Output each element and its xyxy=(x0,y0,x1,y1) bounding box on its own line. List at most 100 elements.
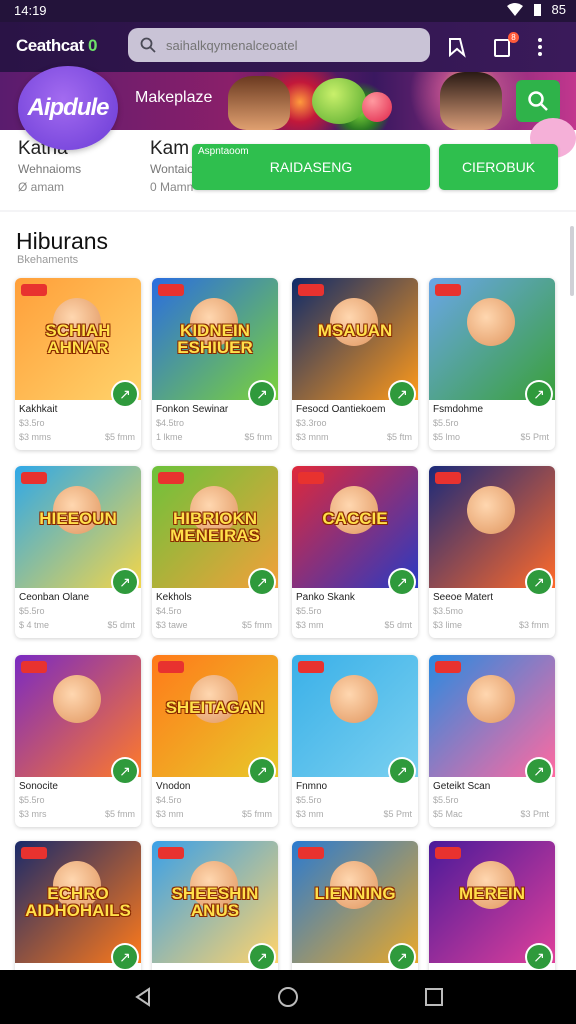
game-thumbnail[interactable]: SHEESHIN ANUS ↗ xyxy=(152,841,278,969)
game-tag xyxy=(158,847,184,859)
game-meta: 1 lkme xyxy=(156,432,183,442)
game-card[interactable]: ↗ Geteikt Scan $5.5ro $5 Mac $3 Pmt xyxy=(429,655,555,827)
open-arrow-icon[interactable]: ↗ xyxy=(250,382,274,406)
game-thumbnail[interactable]: HIEEOUN ↗ xyxy=(15,466,141,594)
game-card[interactable]: KIDNEIN ESHIUER ↗ Fonkon Sewinar $4.5tro 1 l… xyxy=(152,278,278,450)
game-meta: $3 mrs xyxy=(19,809,47,819)
game-meta-right: $5 fmm xyxy=(104,432,135,442)
open-arrow-icon[interactable]: ↗ xyxy=(390,945,414,969)
open-arrow-icon[interactable]: ↗ xyxy=(113,945,137,969)
app-bar: Ceathcat 0 8 xyxy=(0,22,576,72)
home-icon[interactable] xyxy=(277,986,299,1008)
game-card[interactable]: ↗ Sonocite $5.5ro $3 mrs $5 fmm xyxy=(15,655,141,827)
game-meta-right: $5 fnm xyxy=(244,432,272,442)
game-name: Vnodon xyxy=(156,781,191,792)
stat-line: Ø amam xyxy=(18,180,65,194)
app-badge-logo[interactable]: Aipdule xyxy=(18,66,118,150)
game-name: Panko Skank xyxy=(296,592,355,603)
game-name: Seeoe Matert xyxy=(433,592,494,603)
game-card[interactable]: ↗ Seeoe Matert $3.5mo $3 lime $3 fmm xyxy=(429,466,555,638)
game-meta: $3 mm xyxy=(156,809,184,819)
game-thumbnail[interactable]: SCHIAH AHNAR ↗ xyxy=(15,278,141,406)
game-thumbnail[interactable]: ↗ xyxy=(292,655,418,783)
status-time: 14:19 xyxy=(14,3,47,18)
scrollbar[interactable] xyxy=(570,226,574,296)
open-arrow-icon[interactable]: ↗ xyxy=(527,382,551,406)
game-card[interactable]: CACCIE ↗ Panko Skank $5.5ro $3 mm $5 dmt xyxy=(292,466,418,638)
open-arrow-icon[interactable]: ↗ xyxy=(527,759,551,783)
game-thumbnail[interactable]: ↗ xyxy=(15,655,141,783)
open-arrow-icon[interactable]: ↗ xyxy=(390,570,414,594)
game-card[interactable]: MSAUAN ↗ Fesocd Oantiekoem $3.3roo $3 mnm $5 … xyxy=(292,278,418,450)
open-arrow-icon[interactable]: ↗ xyxy=(113,570,137,594)
game-title-art: HIEEOUN xyxy=(39,509,117,528)
open-arrow-icon[interactable]: ↗ xyxy=(527,945,551,969)
game-card[interactable]: SCHIAH AHNAR ↗ Kakhkait $3.5ro $3 mms $5 fmm xyxy=(15,278,141,450)
stat-line: 0 Mamn xyxy=(150,180,194,194)
open-arrow-icon[interactable]: ↗ xyxy=(250,759,274,783)
game-thumbnail[interactable]: ↗ xyxy=(429,278,555,406)
game-title-art: MSAUAN xyxy=(317,321,393,340)
app-logo[interactable]: Ceathcat 0 xyxy=(16,36,98,56)
game-tag xyxy=(158,284,184,296)
secondary-action-button[interactable]: CIEROBUK xyxy=(439,144,558,190)
banner-ball-art xyxy=(362,92,392,122)
more-menu-icon[interactable] xyxy=(536,36,544,58)
open-arrow-icon[interactable]: ↗ xyxy=(527,570,551,594)
game-title-art: SHEESHIN ANUS xyxy=(171,884,259,920)
game-price: $5.5ro xyxy=(19,795,45,805)
back-icon[interactable] xyxy=(132,986,154,1008)
open-arrow-icon[interactable]: ↗ xyxy=(390,382,414,406)
system-nav-bar xyxy=(0,970,576,1024)
banner-search-button[interactable] xyxy=(516,80,560,122)
character-art xyxy=(467,298,515,346)
game-tag xyxy=(435,472,461,484)
game-card[interactable]: ↗ Fsmdohme $5.5ro $5 lmo $5 Pmt xyxy=(429,278,555,450)
game-title-art: KIDNEIN ESHIUER xyxy=(177,321,253,357)
game-thumbnail[interactable]: ECHRO AIDHOHAILS ↗ xyxy=(15,841,141,969)
search-input[interactable] xyxy=(164,36,428,54)
game-name: Fonkon Sewinar xyxy=(156,404,229,415)
open-arrow-icon[interactable]: ↗ xyxy=(113,759,137,783)
open-arrow-icon[interactable]: ↗ xyxy=(250,570,274,594)
search-icon xyxy=(140,37,156,53)
section-subtitle: Bkehaments xyxy=(17,254,79,266)
game-meta-right: $5 dmt xyxy=(384,620,412,630)
game-meta-right: $5 dmt xyxy=(107,620,135,630)
game-meta-right: $5 ftm xyxy=(386,432,412,442)
game-thumbnail[interactable]: HIBRIOKN MENEIRAS ↗ xyxy=(152,466,278,594)
game-title-art: SHEITAGAN xyxy=(165,698,265,717)
game-thumbnail[interactable]: KIDNEIN ESHIUER ↗ xyxy=(152,278,278,406)
game-price: $3.3roo xyxy=(296,418,327,428)
open-arrow-icon[interactable]: ↗ xyxy=(113,382,137,406)
game-thumbnail[interactable]: ↗ xyxy=(429,655,555,783)
recents-icon[interactable] xyxy=(423,986,445,1008)
notification-icon[interactable]: 8 xyxy=(492,32,519,58)
game-thumbnail[interactable]: SHEITAGAN ↗ xyxy=(152,655,278,783)
game-title-art: CACCIE xyxy=(322,509,388,528)
game-card[interactable]: HIEEOUN ↗ Ceonban Olane $5.5ro $ 4 tme $5 dmt xyxy=(15,466,141,638)
battery-icon xyxy=(533,3,541,16)
game-card[interactable]: HIBRIOKN MENEIRAS ↗ Kekhols $4.5ro $3 tawe $5… xyxy=(152,466,278,638)
game-card[interactable]: SHEITAGAN ↗ Vnodon $4.5ro $3 mm $5 fmm xyxy=(152,655,278,827)
game-thumbnail[interactable]: CACCIE ↗ xyxy=(292,466,418,594)
game-tag xyxy=(21,284,47,296)
stat-line: Wontaio xyxy=(150,162,194,176)
game-thumbnail[interactable]: MEREIN ↗ xyxy=(429,841,555,969)
game-price: $4.5tro xyxy=(156,418,185,428)
game-tag xyxy=(435,661,461,673)
game-thumbnail[interactable]: MSAUAN ↗ xyxy=(292,278,418,406)
game-meta-right: $5 Pmt xyxy=(520,432,549,442)
open-arrow-icon[interactable]: ↗ xyxy=(390,759,414,783)
search-bar[interactable] xyxy=(128,28,430,62)
game-card[interactable]: ↗ Fnmno $5.5ro $3 mm $5 Pmt xyxy=(292,655,418,827)
bookmark-icon[interactable] xyxy=(446,36,468,58)
game-meta-right: $5 fmm xyxy=(104,809,135,819)
game-title-art: ECHRO AIDHOHAILS xyxy=(25,884,131,920)
banner-apple-art xyxy=(312,78,366,124)
game-meta: $5 lmo xyxy=(433,432,461,442)
open-arrow-icon[interactable]: ↗ xyxy=(250,945,274,969)
game-thumbnail[interactable]: ↗ xyxy=(429,466,555,594)
game-thumbnail[interactable]: LIENNING ↗ xyxy=(292,841,418,969)
game-price: $5.5ro xyxy=(296,795,322,805)
